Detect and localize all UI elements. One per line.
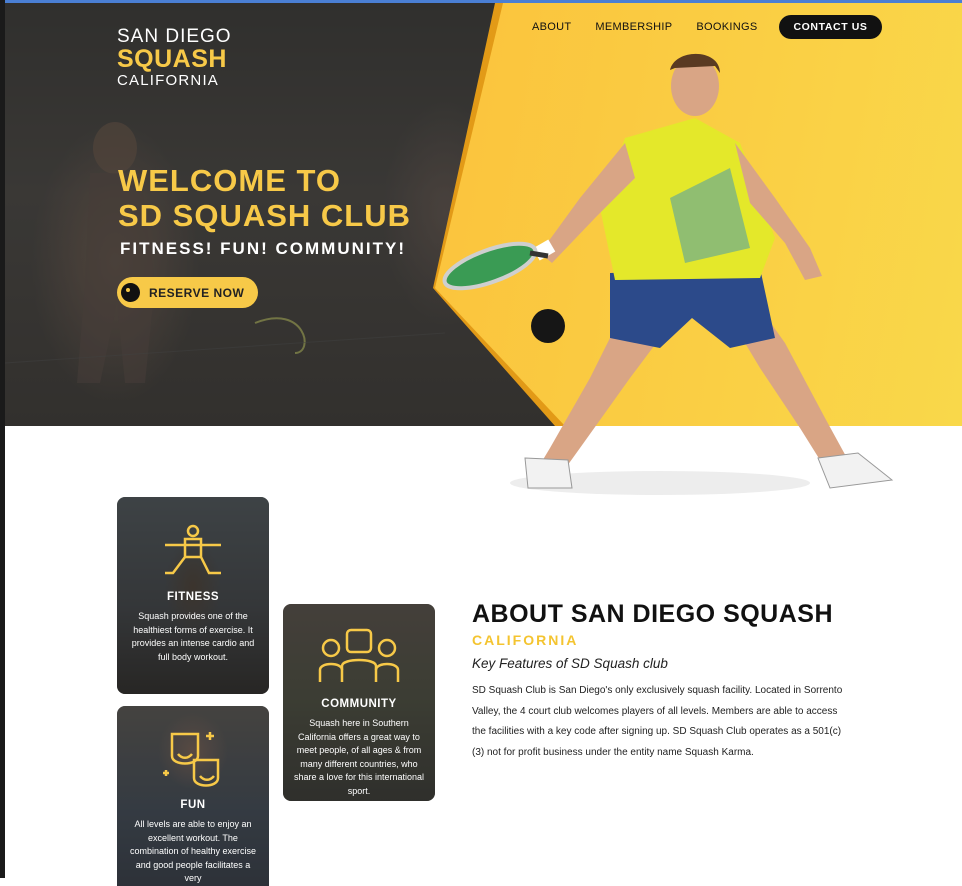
- about-title: ABOUT SAN DIEGO SQUASH: [472, 600, 834, 628]
- fun-card[interactable]: FUN All levels are able to enjoy an exce…: [117, 706, 269, 886]
- fitness-card[interactable]: FITNESS Squash provides one of the healt…: [117, 497, 269, 694]
- hero-tagline: FITNESS! FUN! COMMUNITY!: [120, 239, 406, 258]
- community-text: Squash here in Southern California offer…: [293, 718, 425, 796]
- happy-faces-icon: [163, 732, 220, 787]
- main-nav: ABOUT MEMBERSHIP BOOKINGS CONTACT US: [532, 15, 882, 39]
- community-title: COMMUNITY: [321, 698, 397, 710]
- about-key-features: Key Features of SD Squash club: [472, 656, 668, 671]
- yoga-pose-icon: [165, 524, 221, 575]
- logo-line-2: SQUASH: [117, 45, 227, 73]
- squash-racket: [442, 241, 538, 291]
- community-card[interactable]: COMMUNITY Squash here in Southern Califo…: [283, 604, 435, 801]
- hero-title-line-2: SD SQUASH CLUB: [118, 198, 412, 233]
- reserve-now-label: RESERVE NOW: [149, 285, 245, 300]
- contact-us-button[interactable]: CONTACT US: [779, 15, 882, 39]
- nav-bookings[interactable]: BOOKINGS: [696, 21, 757, 33]
- logo-line-3: CALIFORNIA: [117, 72, 220, 89]
- nav-membership[interactable]: MEMBERSHIP: [595, 21, 672, 33]
- squash-ball: [531, 309, 565, 343]
- squash-player-image: [442, 53, 894, 495]
- group-people-icon: [318, 628, 400, 682]
- logo-line-1: SAN DIEGO: [117, 26, 232, 47]
- squash-ball-icon: [121, 283, 140, 302]
- site-logo[interactable]: SAN DIEGO SQUASH CALIFORNIA: [117, 27, 232, 88]
- left-window-edge: [0, 0, 5, 878]
- fun-title: FUN: [180, 799, 206, 811]
- about-subtitle: CALIFORNIA: [472, 632, 579, 648]
- fun-text: All levels are able to enjoy an excellen…: [129, 819, 257, 883]
- player-shorts: [610, 268, 775, 348]
- nav-about[interactable]: ABOUT: [532, 21, 571, 33]
- hero-title: WELCOME TO SD SQUASH CLUB: [118, 163, 411, 233]
- fitness-title: FITNESS: [166, 591, 220, 603]
- reserve-now-button[interactable]: RESERVE NOW: [117, 277, 258, 308]
- hero-title-line-1: WELCOME TO: [118, 163, 341, 198]
- fitness-text: Squash provides one of the healthiest fo…: [131, 611, 255, 662]
- about-body: SD Squash Club is San Diego's only exclu…: [472, 685, 843, 758]
